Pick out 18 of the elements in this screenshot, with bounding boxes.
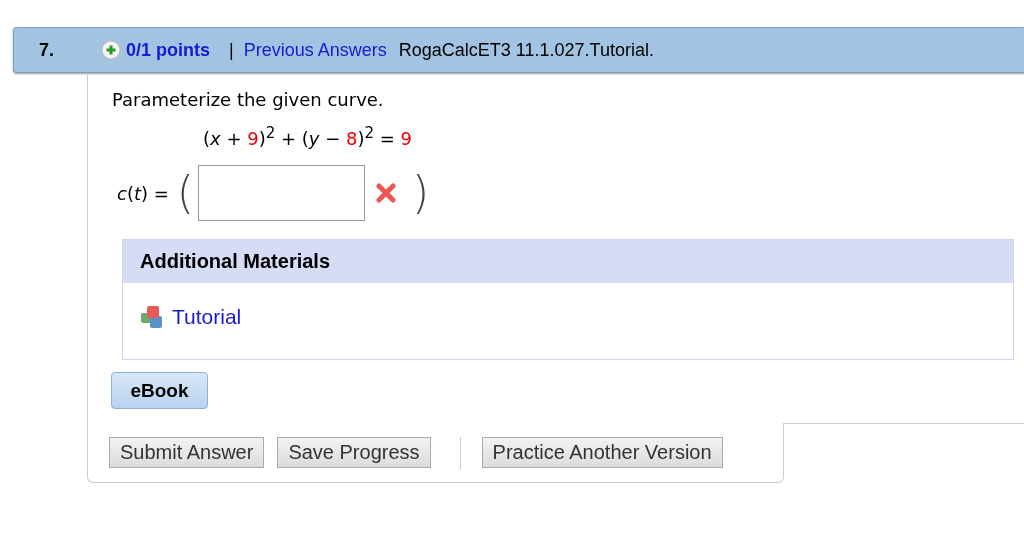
question-prompt: Parameterize the given curve.	[112, 89, 385, 110]
points-score: 0/1 points	[126, 39, 210, 61]
previous-answers-link[interactable]: Previous Answers	[243, 39, 387, 61]
plus-icon[interactable]	[101, 40, 121, 60]
answer-label: c(t) =	[117, 182, 169, 204]
close-parenthesis: )	[412, 171, 430, 215]
action-button[interactable]: Save Progress	[277, 437, 431, 468]
open-parenthesis: (	[176, 171, 194, 215]
question-number: 7.	[39, 39, 55, 61]
question-source: RogaCalcET3 11.1.027.Tutorial.	[398, 39, 654, 61]
answer-field[interactable]	[198, 165, 365, 221]
ebook-button[interactable]: eBook	[111, 372, 208, 409]
practice-button[interactable]: Practice Another Version	[481, 437, 723, 468]
equation: (x + 9)$^{2}$ + (y − 8)$^{2}$ = 9	[203, 124, 413, 149]
action-button[interactable]: Submit Answer	[109, 437, 265, 468]
materials-heading: Additional Materials	[123, 240, 1013, 283]
separator-text: |	[229, 39, 234, 61]
tutorial-link[interactable]: Tutorial	[172, 305, 242, 329]
